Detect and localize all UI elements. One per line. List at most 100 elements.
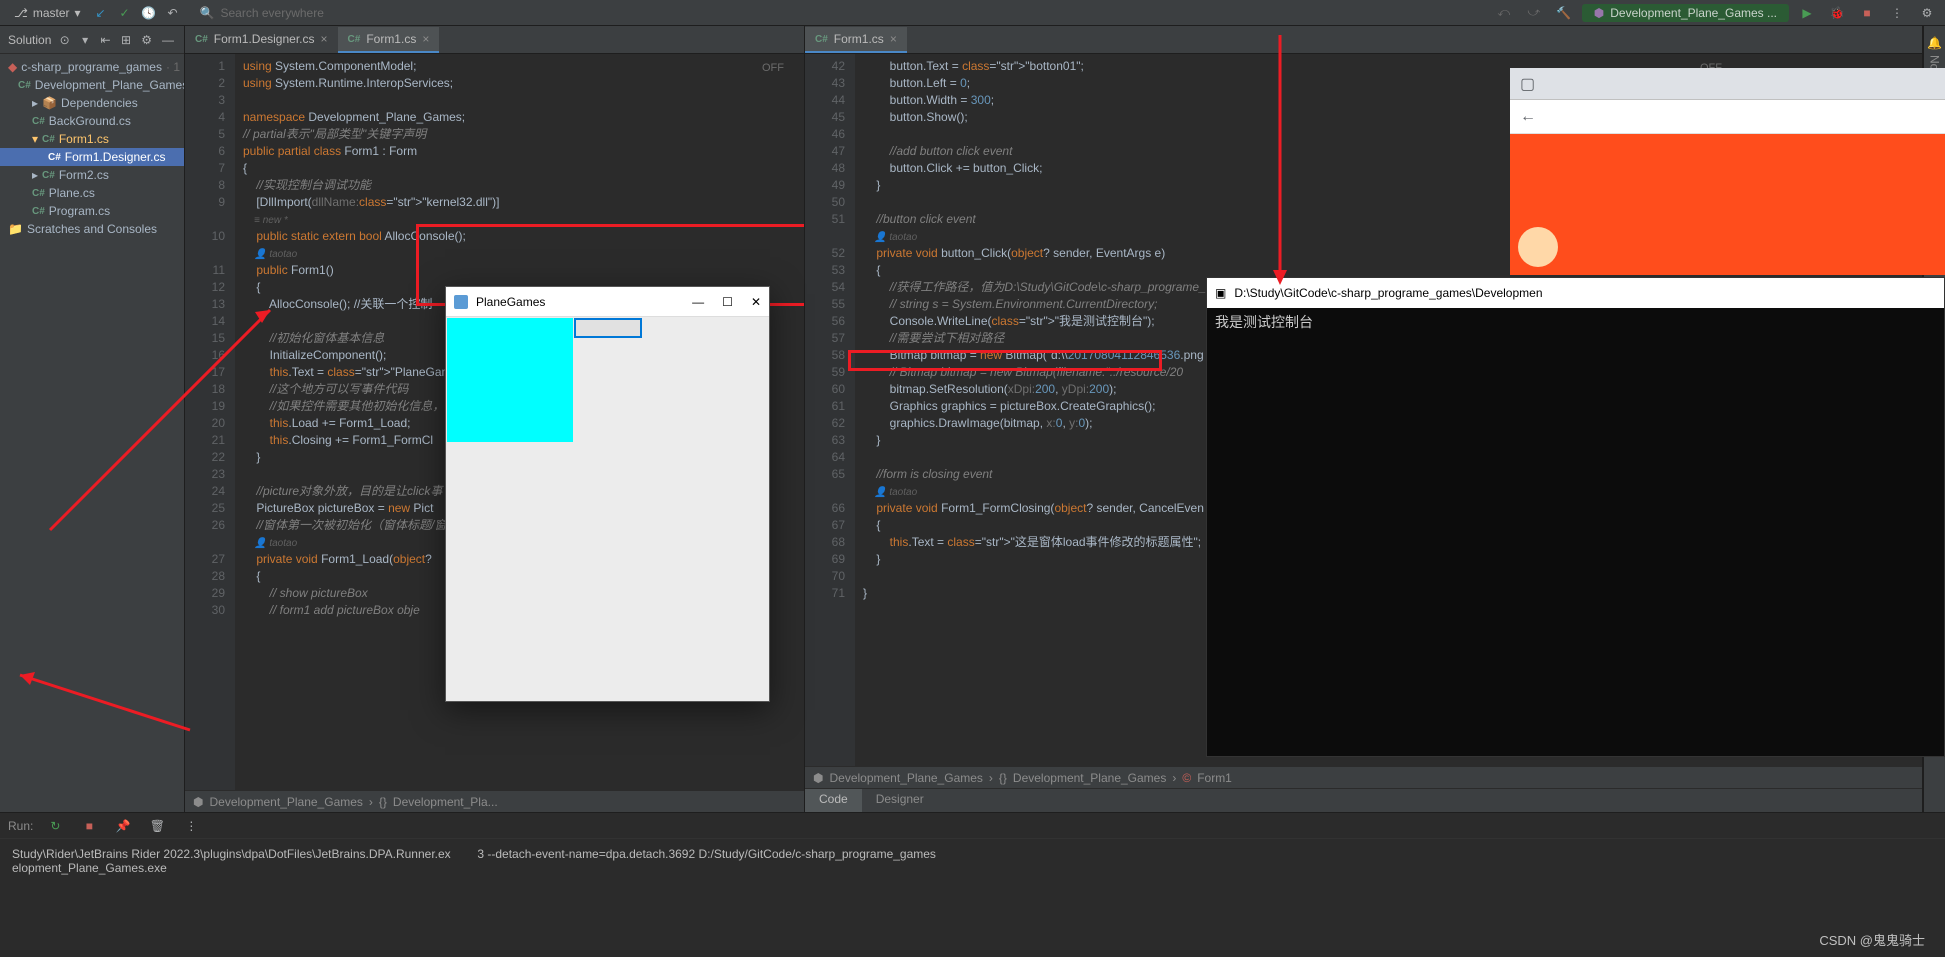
file-node[interactable]: C#Plane.cs <box>0 184 184 202</box>
chevron-down-icon: ▾ <box>75 6 81 20</box>
crumb[interactable]: Development_Pla... <box>393 795 498 809</box>
crumb[interactable]: Development_Plane_Games <box>209 795 362 809</box>
sync-icon[interactable]: ⊙ <box>59 30 69 50</box>
breadcrumb-right: ⬢Development_Plane_Games› {}Development_… <box>805 766 1922 788</box>
build-icon[interactable]: 🔨 <box>1554 3 1574 23</box>
tab-form1[interactable]: C#Form1.cs× <box>338 27 440 53</box>
project-node[interactable]: C#Development_Plane_Games <box>0 76 184 94</box>
close-icon[interactable]: × <box>422 32 429 46</box>
run-panel: Run: ↻ ■ 📌 🗑 ⋮ Study\Rider\JetBrains Rid… <box>0 812 1945 957</box>
breadcrumb-left: ⬢Development_Plane_Games › {}Development… <box>185 790 804 812</box>
console-window[interactable]: ▣ D:\Study\GitCode\c-sharp_programe_game… <box>1206 277 1945 757</box>
file-node[interactable]: ▸C#Form2.cs <box>0 166 184 184</box>
debug-icon[interactable]: 🐞 <box>1827 3 1847 23</box>
cs-icon: C# <box>815 34 828 45</box>
line-gutter: 4243444546474849505152535455565758596061… <box>805 54 855 766</box>
new-tab-icon[interactable]: ▢ <box>1520 74 1535 94</box>
commit-icon[interactable]: ✓ <box>115 3 135 23</box>
chevron-down-icon[interactable]: ▾ <box>80 30 90 50</box>
item-label: Form2.cs <box>59 168 109 182</box>
back-icon[interactable]: ⤺ <box>1494 3 1514 23</box>
window-title: PlaneGames <box>476 295 684 309</box>
window-titlebar[interactable]: PlaneGames — ☐ ✕ <box>446 287 769 317</box>
console-output[interactable]: 我是测试控制台 <box>1207 308 1944 336</box>
rollback-icon[interactable]: ↶ <box>163 3 183 23</box>
app-icon <box>454 295 468 309</box>
back-icon[interactable]: ← <box>1520 108 1536 126</box>
solution-root[interactable]: ◆ c-sharp_programe_games · 1 project <box>0 58 184 76</box>
run-label: Run: <box>8 819 33 833</box>
browser-tab-strip[interactable]: ▢ <box>1510 68 1945 100</box>
scratches-node[interactable]: 📁Scratches and Consoles <box>0 220 184 238</box>
run-header: Run: ↻ ■ 📌 🗑 ⋮ <box>0 813 1945 839</box>
rerun-icon[interactable]: ↻ <box>45 816 65 836</box>
run-icon[interactable]: ▶ <box>1797 3 1817 23</box>
tab-form1-r[interactable]: C# Form1.cs × <box>805 27 907 53</box>
run-output[interactable]: Study\Rider\JetBrains Rider 2022.3\plugi… <box>0 839 1945 883</box>
solution-icon: ◆ <box>8 60 17 74</box>
cs-icon: C# <box>42 170 55 181</box>
browser-toolbar: ← <box>1510 100 1945 134</box>
file-node-selected[interactable]: C#Form1.Designer.cs <box>0 148 184 166</box>
vcs-branch-button[interactable]: ⎇ master ▾ <box>6 4 89 22</box>
designer-subtab[interactable]: Designer <box>862 789 938 812</box>
hints-off[interactable]: OFF <box>762 60 784 77</box>
csdn-monkey-logo <box>1518 227 1558 267</box>
more-icon[interactable]: ⋮ <box>181 816 201 836</box>
stop-icon[interactable]: ■ <box>79 816 99 836</box>
settings-icon[interactable]: ⚙ <box>1917 3 1937 23</box>
dependencies-node[interactable]: ▸ 📦 Dependencies <box>0 94 184 112</box>
collapse-icon[interactable]: ⇤ <box>100 30 110 50</box>
plane-games-window[interactable]: PlaneGames — ☐ ✕ <box>445 286 770 702</box>
crumb[interactable]: Form1 <box>1197 771 1232 785</box>
maximize-icon[interactable]: ☐ <box>722 295 733 309</box>
cs-icon: C# <box>42 134 55 145</box>
clear-icon[interactable]: 🗑 <box>147 816 167 836</box>
browser-content <box>1510 134 1945 275</box>
forward-icon[interactable]: ⤻ <box>1524 3 1544 23</box>
close-icon[interactable]: × <box>890 32 897 46</box>
item-label: Dependencies <box>61 96 138 110</box>
picture-box[interactable] <box>447 318 573 442</box>
file-node[interactable]: C#Program.cs <box>0 202 184 220</box>
search-everywhere[interactable]: 🔍 Search everywhere <box>200 6 324 20</box>
console-title: D:\Study\GitCode\c-sharp_programe_games\… <box>1234 286 1542 300</box>
folder-icon: 📁 <box>8 222 23 236</box>
crumb[interactable]: Development_Plane_Games <box>1013 771 1166 785</box>
hide-icon[interactable]: — <box>162 30 174 50</box>
close-icon[interactable]: × <box>321 32 328 46</box>
solution-title: Solution <box>8 33 51 47</box>
tab-designer[interactable]: C#Form1.Designer.cs× <box>185 27 338 53</box>
history-icon[interactable]: 🕓 <box>139 3 159 23</box>
item-label: Program.cs <box>49 204 110 218</box>
item-label: BackGround.cs <box>49 114 131 128</box>
console-icon: ▣ <box>1215 286 1226 300</box>
gear-icon[interactable]: ⚙ <box>141 30 152 50</box>
tab-label: Form1.cs <box>366 32 416 46</box>
stop-icon[interactable]: ■ <box>1857 3 1877 23</box>
editor-tabs: C# Form1.cs × <box>805 26 1922 54</box>
tab-label: Form1.cs <box>834 32 884 46</box>
close-icon[interactable]: ✕ <box>751 295 761 309</box>
solution-tree: ◆ c-sharp_programe_games · 1 project C#D… <box>0 54 184 812</box>
solution-header: Solution ⊙ ▾ ⇤ ⊞ ⚙ — <box>0 26 184 54</box>
file-node[interactable]: ▾C#Form1.cs <box>0 130 184 148</box>
run-configuration[interactable]: ⬢ Development_Plane_Games ... <box>1582 4 1789 22</box>
chevron-right-icon: ▸ <box>32 96 38 110</box>
more-icon[interactable]: ⋮ <box>1887 3 1907 23</box>
update-icon[interactable]: ↙ <box>91 3 111 23</box>
crumb[interactable]: Development_Plane_Games <box>829 771 982 785</box>
window-body <box>446 317 769 701</box>
package-icon: 📦 <box>42 96 57 110</box>
branch-label: master <box>33 6 70 20</box>
browser-window[interactable]: ▢ ← <box>1510 68 1945 275</box>
file-node[interactable]: C#BackGround.cs <box>0 112 184 130</box>
pin-icon[interactable]: 📌 <box>113 816 133 836</box>
namespace-icon: {} <box>999 771 1007 785</box>
branch-icon: ⎇ <box>14 6 28 20</box>
expand-icon[interactable]: ⊞ <box>121 30 131 50</box>
minimize-icon[interactable]: — <box>692 295 704 309</box>
code-subtab[interactable]: Code <box>805 789 862 812</box>
console-titlebar[interactable]: ▣ D:\Study\GitCode\c-sharp_programe_game… <box>1207 278 1944 308</box>
botton01-button[interactable] <box>574 318 642 338</box>
